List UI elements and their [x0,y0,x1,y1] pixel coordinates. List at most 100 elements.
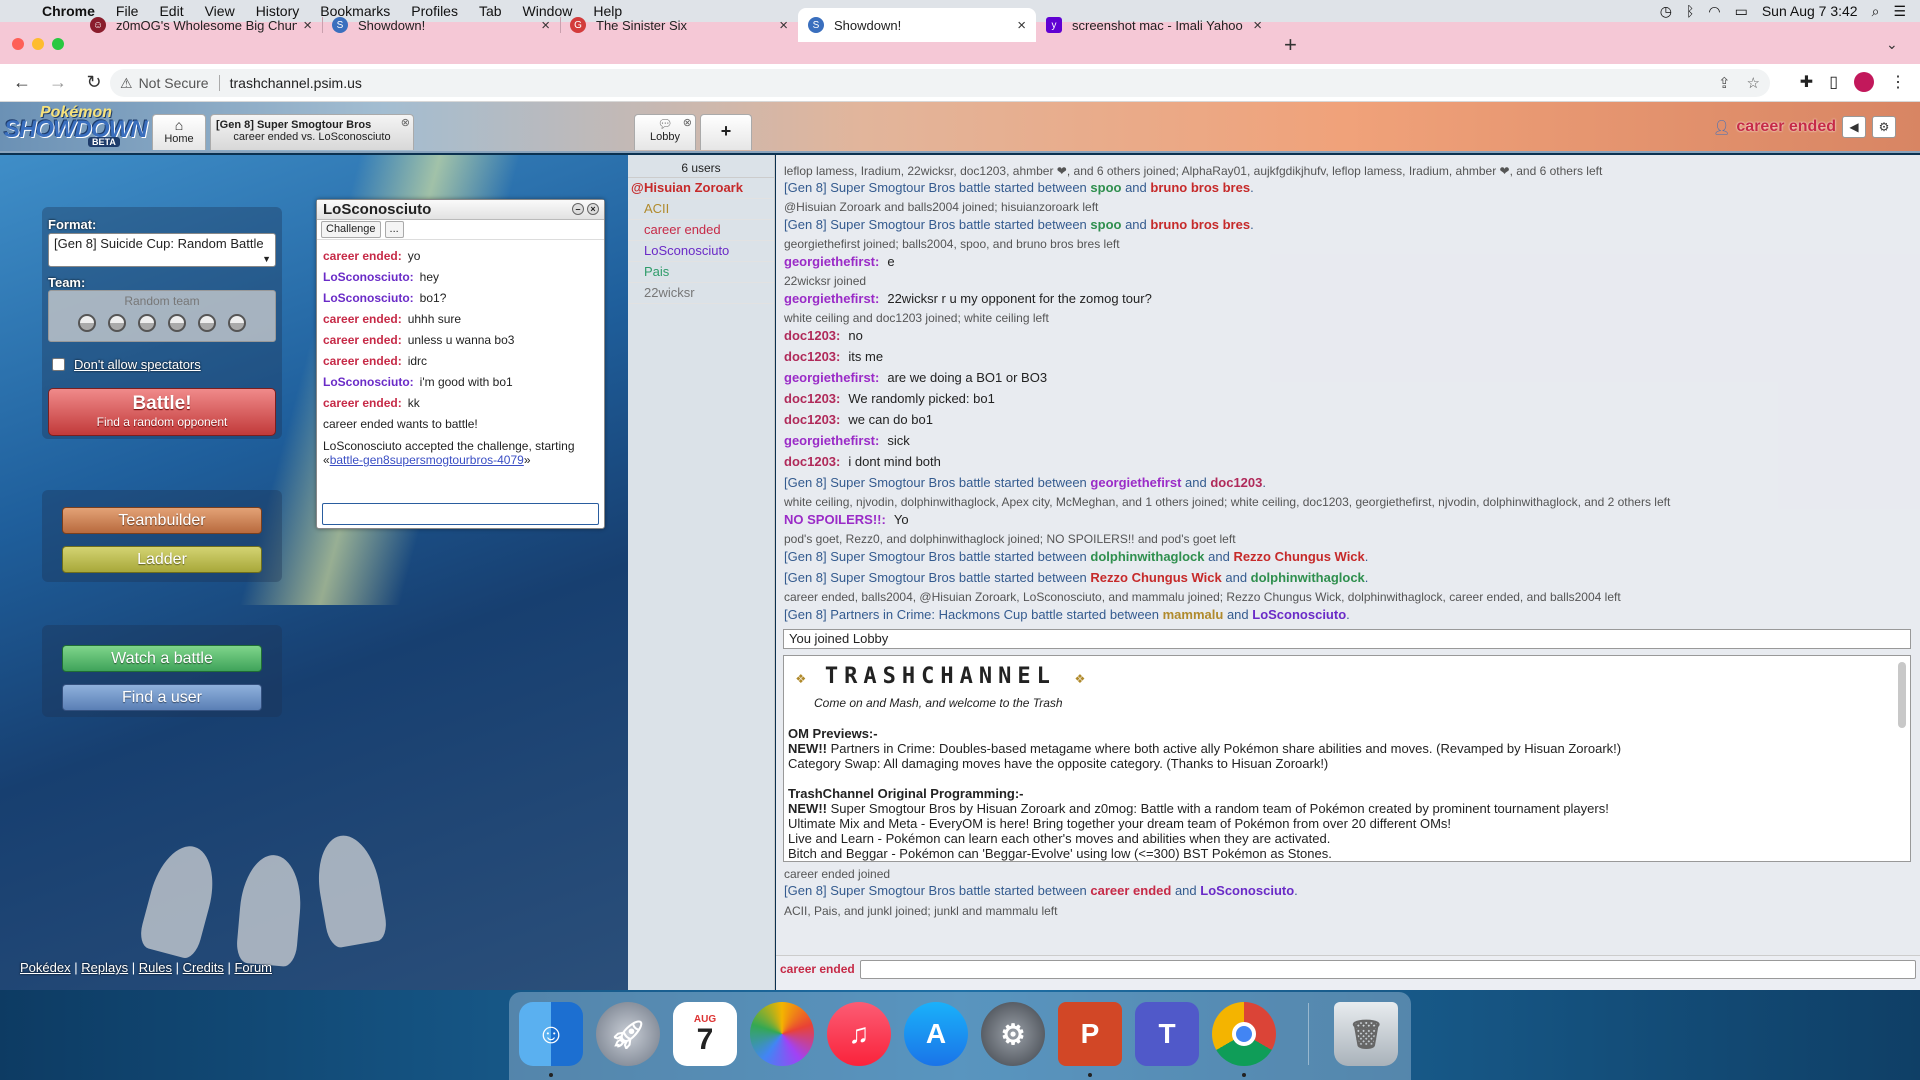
chat-message-user[interactable]: doc1203: [784,454,840,469]
minimize-window-icon[interactable] [32,38,44,50]
photos-icon[interactable] [750,1002,814,1066]
launchpad-icon[interactable]: 🚀︎ [596,1002,660,1066]
userlist-item[interactable]: Pais [628,262,774,283]
app-store-icon[interactable]: A [904,1002,968,1066]
time-machine-icon[interactable]: ◷ [1660,3,1672,20]
pm-message-user[interactable]: LoSconosciuto: [323,270,414,284]
teams-icon[interactable]: T [1135,1002,1199,1066]
pm-message-user[interactable]: LoSconosciuto: [323,375,414,389]
pm-message-user[interactable]: career ended: [323,333,402,347]
display-icon[interactable]: ▭ [1735,3,1748,20]
lobby-tab[interactable]: 💬︎ Lobby ⊗ [634,114,696,150]
battle-player-1[interactable]: georgiethefirst [1090,475,1181,490]
reload-icon[interactable]: ↻ [76,72,112,93]
battle-button[interactable]: Battle! Find a random opponent [48,388,276,436]
battle-player-1[interactable]: career ended [1090,883,1171,898]
team-select[interactable]: Random team [48,290,276,342]
lobby-chat-input[interactable] [860,960,1916,979]
chat-message-user[interactable]: doc1203: [784,328,840,343]
close-room-icon[interactable]: ⊗ [401,116,410,129]
userlist-item[interactable]: career ended [628,220,774,241]
browser-tab-zomog[interactable]: ☺ z0mOG's Wholesome Big Chun × [80,8,323,42]
url-text[interactable]: trashchannel.psim.us [230,75,362,91]
pokedex-link[interactable]: Pokédex [20,960,71,975]
intro-scrollbar[interactable] [1898,662,1906,728]
finder-icon[interactable]: ☺ [519,1002,583,1066]
battle-player-1[interactable]: dolphinwithaglock [1090,549,1204,564]
home-tab[interactable]: ⌂ Home [152,114,206,150]
chat-message-user[interactable]: georgiethefirst: [784,254,879,269]
battle-player-2[interactable]: LoSconosciuto [1200,883,1294,898]
userlist-item[interactable]: @ Hisuian Zoroark [628,178,774,199]
userlist-item[interactable]: LoSconosciuto [628,241,774,262]
ladder-button[interactable]: Ladder [62,546,262,573]
battle-room-tab[interactable]: [Gen 8] Super Smogtour Bros career ended… [210,114,414,150]
replays-link[interactable]: Replays [81,960,128,975]
new-tab-button[interactable]: + [1284,32,1297,58]
forward-arrow-icon[interactable]: → [40,72,76,93]
add-room-button[interactable]: + [700,114,752,150]
close-tab-icon[interactable]: × [1017,17,1026,34]
system-preferences-icon[interactable]: ⚙ [981,1002,1045,1066]
close-tab-icon[interactable]: × [1253,17,1262,34]
share-icon[interactable]: ⇪ [1718,74,1731,92]
battle-player-2[interactable]: LoSconosciuto [1252,607,1346,622]
watch-battle-button[interactable]: Watch a battle [62,645,262,672]
battle-room-link[interactable]: battle-gen8supersmogtourbros-4079 [330,453,524,467]
trash-icon[interactable]: 🗑︎ [1334,1002,1398,1066]
chat-message-user[interactable]: doc1203: [784,349,840,364]
no-spectators-option[interactable]: Don't allow spectators [52,357,201,372]
user-count[interactable]: 6 users [628,155,774,178]
profile-avatar[interactable] [1854,72,1874,92]
chat-input-username[interactable]: career ended [780,962,860,976]
address-bar[interactable]: ⚠ Not Secure trashchannel.psim.us ⇪ ☆ [110,69,1770,97]
bluetooth-icon[interactable]: ᛒ [1686,3,1694,19]
sound-volume-icon[interactable]: ◀ [1842,116,1866,138]
battle-player-2[interactable]: Rezzo Chungus Wick [1233,549,1364,564]
userlist-item[interactable]: 22wicksr [628,283,774,304]
browser-tab-showdown-1[interactable]: S Showdown! × [322,8,561,42]
close-pm-icon[interactable]: × [587,203,599,215]
chat-message-user[interactable]: georgiethefirst: [784,370,879,385]
pm-message-user[interactable]: career ended: [323,396,402,410]
side-panel-icon[interactable]: ▯ [1829,72,1838,92]
battle-player-2[interactable]: bruno bros bres [1150,180,1250,195]
showdown-logo[interactable]: Pokémon SHOWDOWN BETA [4,104,148,150]
close-window-icon[interactable] [12,38,24,50]
teambuilder-button[interactable]: Teambuilder [62,507,262,534]
battle-player-2[interactable]: bruno bros bres [1150,217,1250,232]
challenge-button[interactable]: Challenge [321,221,381,238]
userlist-item[interactable]: ACII [628,199,774,220]
settings-gear-icon[interactable]: ⚙ [1872,116,1896,138]
music-icon[interactable]: ♫ [827,1002,891,1066]
browser-tab-showdown-active[interactable]: S Showdown! × [798,8,1036,42]
battle-player-2[interactable]: dolphinwithaglock [1251,570,1365,585]
battle-player-1[interactable]: spoo [1090,217,1121,232]
close-room-icon[interactable]: ⊗ [683,116,692,129]
bookmark-star-icon[interactable]: ☆ [1747,74,1760,92]
powerpoint-icon[interactable]: P [1058,1002,1122,1066]
chat-message-user[interactable]: doc1203: [784,391,840,406]
wifi-icon[interactable]: ◠ [1708,3,1720,20]
pm-window-titlebar[interactable]: LoSconosciuto – × [317,200,604,220]
control-center-icon[interactable]: ☰ [1893,3,1906,20]
menubar-datetime[interactable]: Sun Aug 7 3:42 [1762,3,1858,19]
spotlight-search-icon[interactable]: ⌕ [1872,3,1880,20]
chat-message-user[interactable]: doc1203: [784,412,840,427]
credits-link[interactable]: Credits [183,960,224,975]
calendar-icon[interactable]: AUG 7 [673,1002,737,1066]
extensions-puzzle-icon[interactable]: ✚ [1800,72,1813,92]
forum-link[interactable]: Forum [234,960,272,975]
back-arrow-icon[interactable]: ← [4,72,40,93]
browser-menu-kebab-icon[interactable]: ⋮ [1890,72,1906,92]
no-spectators-checkbox[interactable] [52,358,65,371]
zoom-window-icon[interactable] [52,38,64,50]
close-tab-icon[interactable]: × [303,17,312,34]
chat-message-user[interactable]: georgiethefirst: [784,433,879,448]
rules-link[interactable]: Rules [139,960,172,975]
browser-tab-yahoo[interactable]: y screenshot mac - Imali Yahoo ( × [1036,8,1272,42]
browser-tab-sinister-six[interactable]: G The Sinister Six × [560,8,798,42]
find-user-button[interactable]: Find a user [62,684,262,711]
close-tab-icon[interactable]: × [779,17,788,34]
pm-message-user[interactable]: career ended: [323,354,402,368]
